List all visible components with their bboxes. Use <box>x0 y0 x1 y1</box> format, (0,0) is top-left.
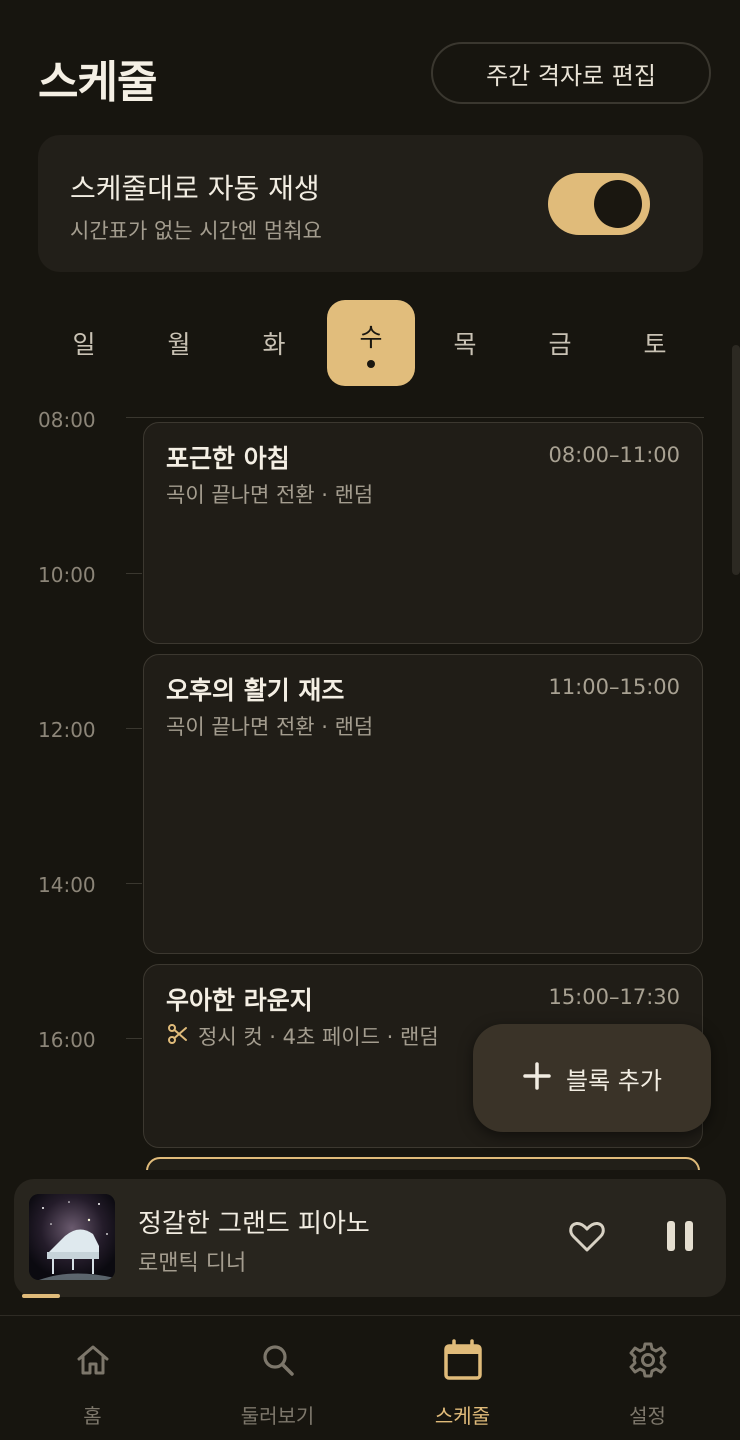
block-meta: 곡이 끝나면 전환 · 랜덤 <box>166 479 373 509</box>
auto-play-card: 스케줄대로 자동 재생 시간표가 없는 시간엔 멈춰요 <box>38 135 703 272</box>
day-tab-fri[interactable]: 금 <box>516 300 604 386</box>
favorite-button[interactable] <box>566 1215 608 1257</box>
nav-home[interactable]: 홈 <box>0 1316 185 1440</box>
heart-icon <box>566 1221 608 1261</box>
block-title: 포근한 아침 <box>166 444 290 473</box>
block-time: 15:00–17:30 <box>548 985 680 1009</box>
toggle-knob <box>594 180 642 228</box>
plus-icon <box>522 1061 552 1095</box>
auto-play-toggle[interactable] <box>548 173 650 235</box>
nav-settings[interactable]: 설정 <box>555 1316 740 1440</box>
hour-label: 14:00 <box>38 873 96 897</box>
now-playing-title: 정갈한 그랜드 피아노 <box>138 1209 370 1239</box>
home-icon <box>71 1338 115 1382</box>
today-dot <box>367 360 375 368</box>
day-tab-wed[interactable]: 수 <box>327 300 415 386</box>
block-meta: 곡이 끝나면 전환 · 랜덤 <box>166 711 373 741</box>
day-tab-mon[interactable]: 월 <box>135 300 223 386</box>
pause-button[interactable] <box>659 1215 701 1257</box>
gear-icon <box>626 1338 670 1382</box>
day-selector: 일 월 화 수 목 금 토 <box>38 300 703 386</box>
nav-browse[interactable]: 둘러보기 <box>185 1316 370 1440</box>
nav-home-label: 홈 <box>83 1404 102 1428</box>
schedule-block[interactable]: 포근한 아침 08:00–11:00 곡이 끝나면 전환 · 랜덤 <box>143 422 703 644</box>
schedule-block-next-partial[interactable] <box>146 1157 700 1170</box>
album-art <box>29 1194 115 1280</box>
block-meta-text: 곡이 끝나면 전환 · 랜덤 <box>166 715 374 739</box>
day-tab-tue[interactable]: 화 <box>230 300 318 386</box>
block-meta-text: 곡이 끝나면 전환 · 랜덤 <box>166 483 374 507</box>
nav-settings-label: 설정 <box>629 1404 666 1428</box>
header: 스케줄 주간 격자로 편집 <box>0 0 740 130</box>
search-icon <box>256 1338 300 1382</box>
block-title: 오후의 활기 재즈 <box>166 676 345 705</box>
timeline-top-line <box>126 417 704 418</box>
block-meta: 정시 컷 · 4초 페이드 · 랜덤 <box>166 1021 439 1051</box>
block-title: 우아한 라운지 <box>166 986 313 1015</box>
mini-player[interactable]: 정갈한 그랜드 피아노 로맨틱 디너 <box>14 1179 726 1297</box>
playback-progress <box>22 1294 60 1298</box>
bottom-nav: 홈 둘러보기 스케줄 설정 <box>0 1315 740 1440</box>
hour-tick <box>126 728 142 729</box>
add-block-label: 블록 추가 <box>566 1066 662 1095</box>
hour-tick <box>126 1038 142 1039</box>
day-tab-sat[interactable]: 토 <box>611 300 699 386</box>
now-playing-subtitle: 로맨틱 디너 <box>138 1251 247 1276</box>
pause-icon <box>659 1221 701 1261</box>
hour-label: 10:00 <box>38 563 96 587</box>
schedule-block[interactable]: 오후의 활기 재즈 11:00–15:00 곡이 끝나면 전환 · 랜덤 <box>143 654 703 954</box>
nav-schedule[interactable]: 스케줄 <box>370 1316 555 1440</box>
block-time: 08:00–11:00 <box>548 443 680 467</box>
auto-play-title: 스케줄대로 자동 재생 <box>70 172 320 205</box>
scrollbar[interactable] <box>732 345 740 575</box>
nav-schedule-label: 스케줄 <box>434 1404 491 1428</box>
block-time: 11:00–15:00 <box>548 675 680 699</box>
page-title: 스케줄 <box>38 57 157 108</box>
hour-tick <box>126 883 142 884</box>
day-tab-sun[interactable]: 일 <box>40 300 128 386</box>
add-block-button[interactable]: 블록 추가 <box>473 1024 711 1132</box>
scissors-icon <box>166 1022 190 1051</box>
calendar-icon <box>441 1338 485 1382</box>
day-tab-thu[interactable]: 목 <box>421 300 509 386</box>
hour-tick <box>126 573 142 574</box>
auto-play-subtitle: 시간표가 없는 시간엔 멈춰요 <box>70 219 322 243</box>
hour-label: 12:00 <box>38 718 96 742</box>
hour-label: 16:00 <box>38 1028 96 1052</box>
weekly-grid-edit-button[interactable]: 주간 격자로 편집 <box>431 42 711 104</box>
nav-browse-label: 둘러보기 <box>240 1404 315 1428</box>
block-meta-text: 정시 컷 · 4초 페이드 · 랜덤 <box>198 1025 439 1049</box>
day-tab-wed-label: 수 <box>359 323 383 352</box>
hour-label: 08:00 <box>38 408 96 432</box>
